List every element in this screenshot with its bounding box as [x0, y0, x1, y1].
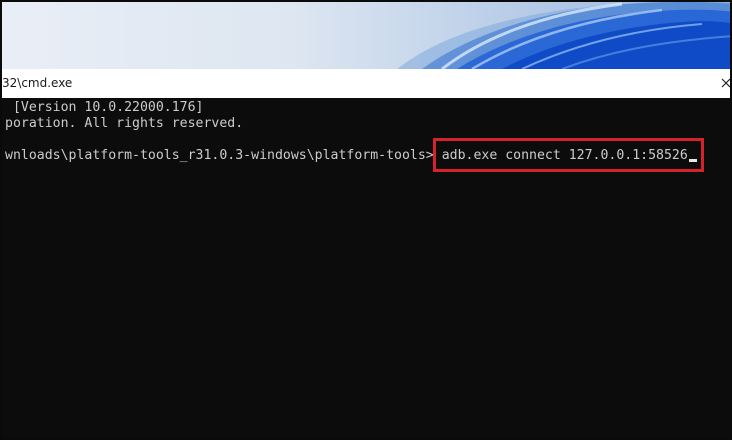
console-line-version: [Version 10.0.22000.176]: [5, 100, 204, 115]
console-output[interactable]: [Version 10.0.22000.176] poration. All r…: [2, 98, 730, 438]
close-icon: [721, 78, 730, 88]
desktop-wallpaper: [2, 2, 730, 69]
close-button[interactable]: [720, 69, 730, 98]
window-title: 32\cmd.exe: [2, 76, 73, 90]
command-highlight-box: [433, 138, 704, 172]
prompt-path: wnloads\platform-tools_r31.0.3-windows\p…: [5, 148, 434, 163]
console-line-copyright: poration. All rights reserved.: [5, 116, 244, 131]
window-titlebar[interactable]: 32\cmd.exe: [2, 69, 730, 99]
screenshot-frame: 32\cmd.exe [Version 10.0.22000.176] pora…: [0, 0, 732, 440]
